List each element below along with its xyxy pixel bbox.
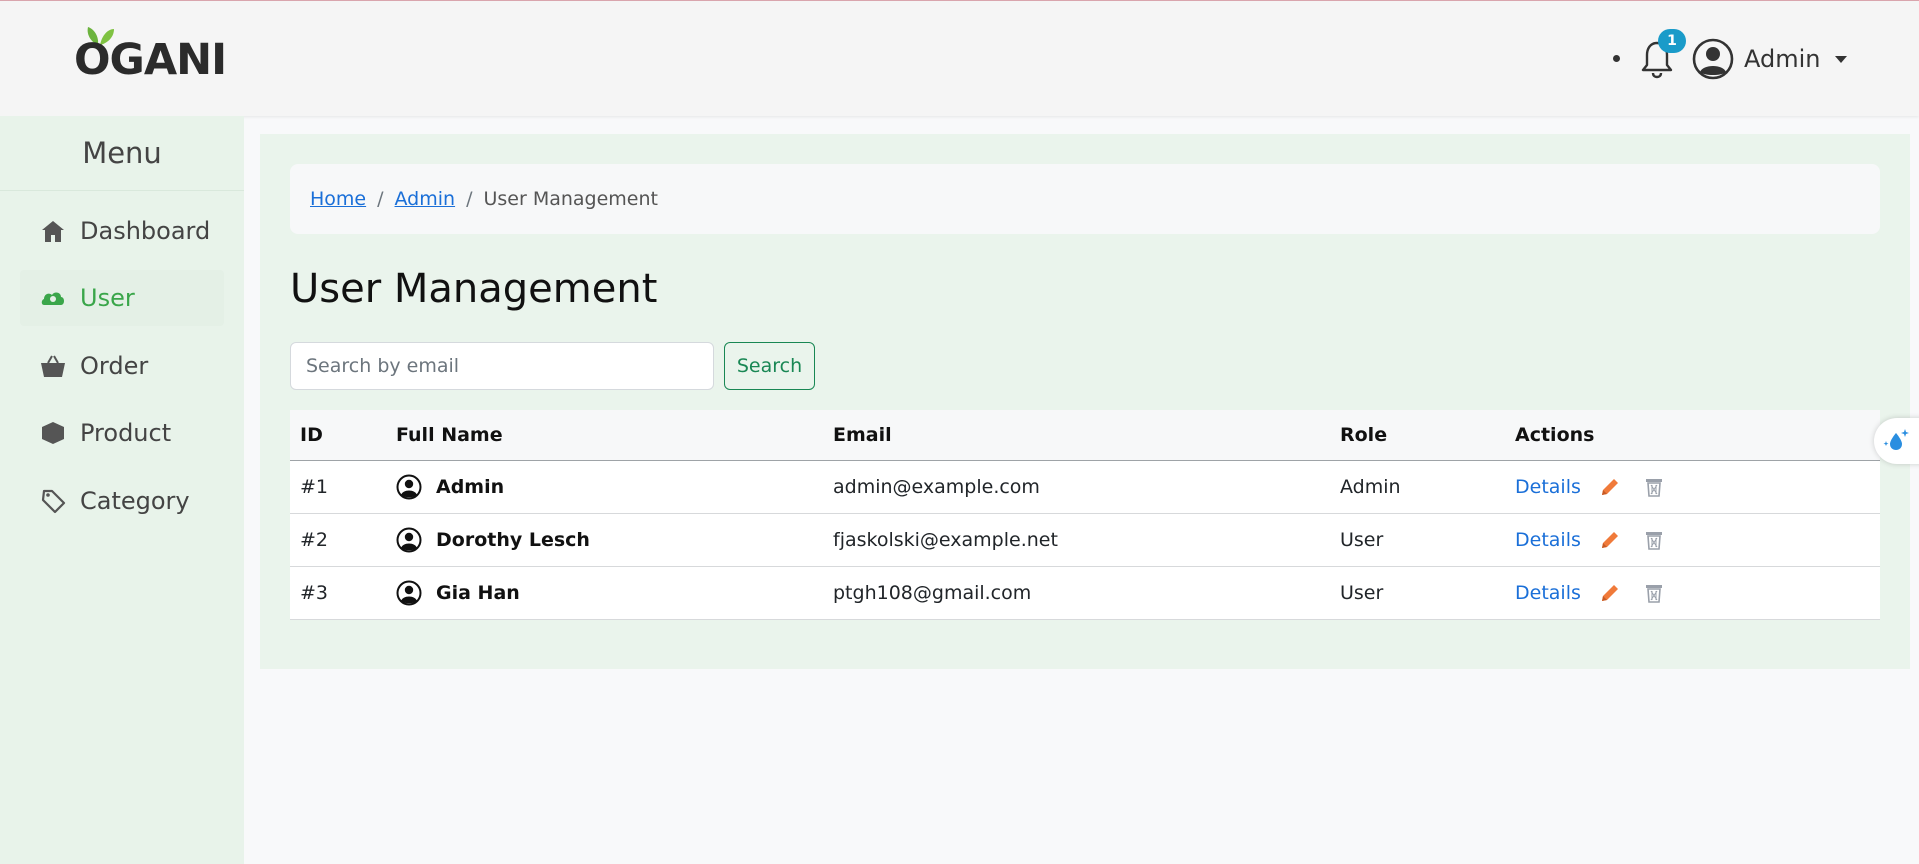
- menu-divider: [0, 190, 244, 191]
- user-dropdown[interactable]: Admin: [1692, 35, 1847, 83]
- sidebar-item-dashboard[interactable]: Dashboard: [20, 203, 224, 259]
- breadcrumb: Home / Admin / User Management: [290, 164, 1880, 234]
- user-avatar-icon: [1692, 38, 1734, 80]
- sparkle-drop-icon: [1883, 429, 1909, 450]
- sidebar-item-order[interactable]: Order: [20, 338, 224, 394]
- logo-text: OGANI: [74, 35, 227, 85]
- sidebar-item-label: Order: [80, 352, 149, 380]
- trash-icon[interactable]: [1643, 529, 1665, 551]
- table-row: #3 Gia Han ptgh108@gmail.com User Detail…: [290, 566, 1880, 619]
- breadcrumb-current: User Management: [483, 188, 658, 210]
- box-icon: [42, 422, 64, 444]
- user-full-name: Gia Han: [436, 581, 520, 604]
- details-link[interactable]: Details: [1515, 476, 1581, 498]
- user-role: Admin: [1340, 475, 1401, 498]
- breadcrumb-separator: /: [377, 188, 384, 210]
- table-row: #1 Admin admin@example.com Admin Details: [290, 460, 1880, 513]
- user-full-name: Dorothy Lesch: [436, 528, 590, 551]
- user-email: ptgh108@gmail.com: [833, 581, 1032, 604]
- menu-title: Menu: [82, 136, 162, 170]
- user-name-cell: Dorothy Lesch: [386, 513, 823, 566]
- status-dot: [1613, 55, 1620, 62]
- column-header-email: Email: [833, 423, 892, 446]
- column-header-role: Role: [1340, 423, 1388, 446]
- user-full-name: Admin: [436, 475, 505, 498]
- user-name: Admin: [1744, 45, 1821, 73]
- tag-icon: [41, 489, 66, 514]
- sidebar-item-label: User: [80, 284, 135, 312]
- table-row: #2 Dorothy Lesch fjaskolski@example.net …: [290, 513, 1880, 566]
- user-email: admin@example.com: [833, 475, 1040, 498]
- actions-cell: Details: [1505, 513, 1880, 566]
- details-link[interactable]: Details: [1515, 582, 1581, 604]
- user-email: fjaskolski@example.net: [833, 528, 1058, 551]
- actions-cell: Details: [1505, 460, 1880, 513]
- user-name-cell: Gia Han: [386, 566, 823, 619]
- user-id: #2: [300, 528, 329, 551]
- details-link[interactable]: Details: [1515, 529, 1581, 551]
- trash-icon[interactable]: [1643, 582, 1665, 604]
- sidebar-item-label: Product: [80, 419, 172, 447]
- breadcrumb-home-link[interactable]: Home: [310, 188, 366, 210]
- column-header-actions: Actions: [1515, 423, 1595, 446]
- sidebar-item-category[interactable]: Category: [20, 473, 224, 529]
- floating-assistant-button[interactable]: [1874, 418, 1919, 464]
- table-header-row: ID Full Name Email Role Actions: [290, 410, 1880, 460]
- user-id: #3: [300, 581, 329, 604]
- column-header-id: ID: [300, 423, 323, 446]
- top-navbar: OGANI 1 Admin: [0, 0, 1919, 116]
- user-circle-icon: [396, 527, 422, 552]
- sidebar: Menu Dashboard User Order Product Catego…: [0, 116, 244, 864]
- user-id: #1: [300, 475, 329, 498]
- users-table: ID Full Name Email Role Actions #1 Admin…: [290, 410, 1880, 620]
- trash-icon[interactable]: [1643, 476, 1665, 498]
- notification-badge: 1: [1658, 29, 1686, 53]
- user-circle-icon: [396, 474, 422, 499]
- pencil-icon[interactable]: [1599, 582, 1621, 604]
- search-email-input[interactable]: [290, 342, 714, 390]
- breadcrumb-separator: /: [466, 188, 473, 210]
- page-title: User Management: [290, 266, 658, 312]
- user-circle-icon: [396, 580, 422, 605]
- user-name-cell: Admin: [386, 460, 823, 513]
- user-cloud-icon: [41, 292, 64, 305]
- sidebar-item-label: Dashboard: [80, 217, 211, 245]
- home-icon: [42, 221, 64, 242]
- pencil-icon[interactable]: [1599, 476, 1621, 498]
- pencil-icon[interactable]: [1599, 529, 1621, 551]
- caret-down-icon: [1834, 55, 1847, 63]
- sidebar-item-product[interactable]: Product: [20, 405, 224, 461]
- search-button[interactable]: Search: [724, 342, 815, 390]
- column-header-full-name: Full Name: [396, 423, 503, 446]
- breadcrumb-admin-link[interactable]: Admin: [395, 188, 456, 210]
- basket-icon: [41, 355, 65, 377]
- user-role: User: [1340, 528, 1384, 551]
- actions-cell: Details: [1505, 566, 1880, 619]
- sidebar-item-user[interactable]: User: [20, 270, 224, 326]
- user-role: User: [1340, 581, 1384, 604]
- sidebar-item-label: Category: [80, 487, 190, 515]
